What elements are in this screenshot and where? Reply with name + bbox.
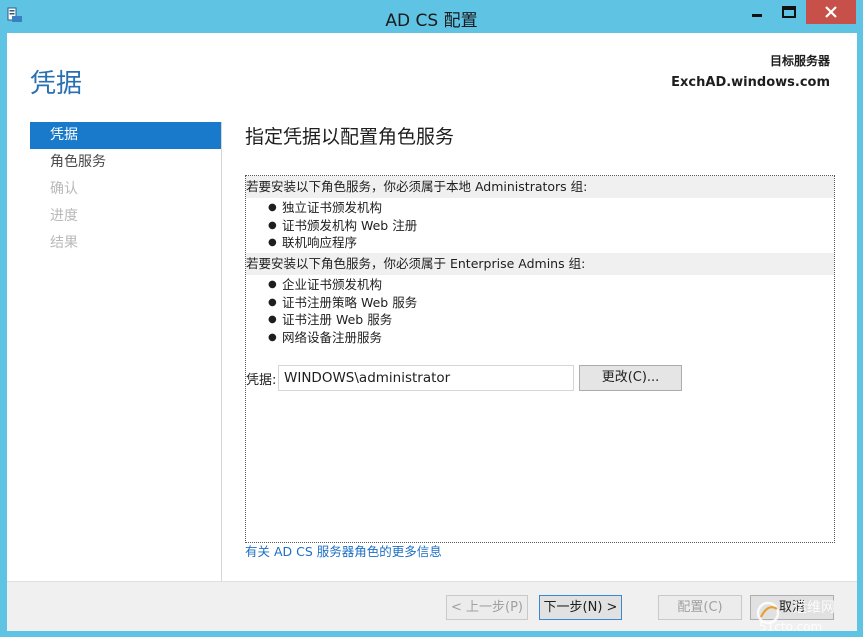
window-title: AD CS 配置 [385,11,478,31]
bullet-icon: ● [268,331,277,343]
list-item: ● 证书注册 Web 服务 [268,311,417,329]
nav-item-role-services[interactable]: 角色服务 [30,149,221,176]
local-admin-role-list: ● 独立证书颁发机构 ● 证书颁发机构 Web 注册 ● 联机响应程序 [268,199,417,252]
wizard-nav: 凭据 角色服务 确认 进度 结果 [30,122,221,257]
nav-item-credentials[interactable]: 凭据 [30,122,221,149]
nav-divider [221,122,222,583]
list-item: ● 证书颁发机构 Web 注册 [268,217,417,235]
watermark-line2: 51cto.com [759,620,822,634]
minimize-button[interactable] [742,0,772,24]
list-item-label: 独立证书颁发机构 [282,200,383,215]
list-item: ● 企业证书颁发机构 [268,276,417,294]
previous-button[interactable]: < 上一步(P) [446,595,528,620]
bullet-icon: ● [268,314,277,325]
list-item: ● 网络设备注册服务 [268,329,417,347]
maximize-button[interactable] [774,0,804,24]
list-item-label: 网络设备注册服务 [282,329,383,345]
credentials-panel: 若要安装以下角色服务，你必须属于本地 Administrators 组: ● 独立… [245,175,835,543]
watermark-line1: 运维网 [793,600,835,616]
more-info-link[interactable]: 有关 AD CS 服务器角色的更多信息 [245,541,442,560]
next-button[interactable]: 下一步(N) > [539,595,622,620]
bullet-icon: ● [268,219,277,231]
site-watermark: 运维网 51cto.com [755,595,857,635]
list-item: ● 证书注册策略 Web 服务 [268,294,417,312]
page-heading: 指定凭据以配置角色服务 [245,126,455,148]
enterprise-admin-role-list: ● 企业证书颁发机构 ● 证书注册策略 Web 服务 ● 证书注册 Web 服务 ● 网… [268,276,417,346]
title-bar: AD CS 配置 [0,0,863,33]
maximize-icon [782,6,796,18]
list-item-label: 联机响应程序 [282,235,358,250]
nav-item-results: 结果 [50,235,78,251]
bullet-icon: ● [268,279,277,290]
target-server-name: ExchAD.windows.com [671,75,830,90]
list-item-label: 证书注册策略 Web 服务 [282,294,418,310]
close-icon [825,6,837,18]
bullet-icon: ● [268,202,277,213]
wizard-client-area: 凭据 目标服务器 ExchAD.windows.com 凭据 角色服务 确认 进… [7,33,857,631]
nav-item-progress: 进度 [50,208,78,224]
watermark-logo-icon: 运维网 51cto.com [756,600,835,634]
target-server-label: 目标服务器 [769,54,830,68]
list-item: ● 联机响应程序 [268,234,417,252]
credentials-label: 凭据: [246,373,277,388]
list-item: ● 独立证书颁发机构 [268,199,417,217]
nav-item-confirmation: 确认 [50,181,78,197]
wizard-footer: < 上一步(P) 下一步(N) > 配置(C) 取消 [7,581,857,631]
bullet-icon: ● [268,237,277,248]
minimize-icon [752,14,762,17]
section-header-local-admins: 若要安装以下角色服务，你必须属于本地 Administrators 组: [246,176,834,198]
change-credentials-button[interactable]: 更改(C)... [579,365,682,391]
credentials-field[interactable]: WINDOWS\administrator [278,365,574,391]
list-item-label: 企业证书颁发机构 [282,277,383,292]
list-item-label: 证书颁发机构 Web 注册 [282,217,418,233]
page-title: 凭据 [30,69,83,99]
close-button[interactable] [806,0,856,24]
configure-button[interactable]: 配置(C) [658,595,742,620]
bullet-icon: ● [268,296,277,308]
list-item-label: 证书注册 Web 服务 [282,312,393,327]
section-header-enterprise-admins: 若要安装以下角色服务，你必须属于 Enterprise Admins 组: [246,253,834,275]
